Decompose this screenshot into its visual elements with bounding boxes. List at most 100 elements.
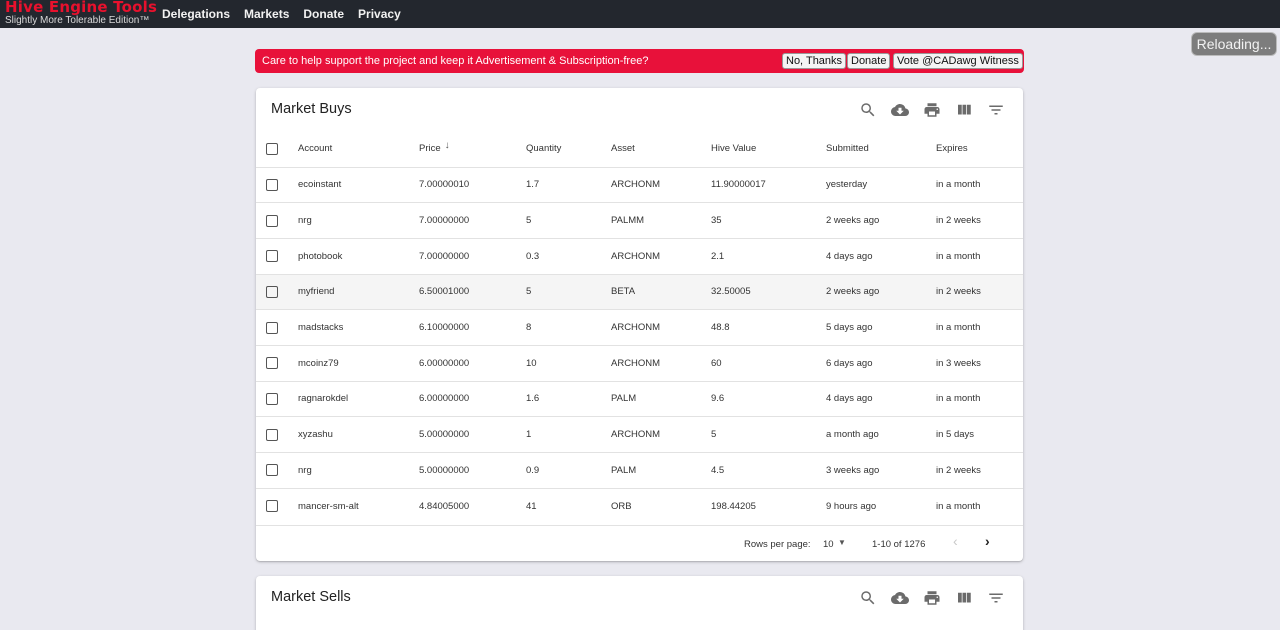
cell-account: nrg: [298, 452, 419, 489]
cell-price: 5.00000000: [419, 416, 526, 453]
column-header-account[interactable]: Account: [298, 131, 419, 167]
view-columns-icon[interactable]: [954, 588, 974, 608]
sort-arrow-down-icon[interactable]: ↓: [445, 140, 450, 151]
main-nav: Delegations Markets Donate Privacy: [162, 7, 401, 21]
cell-hive-value: 9.6: [711, 380, 826, 417]
column-header-hive-value[interactable]: Hive Value: [711, 131, 826, 167]
cell-quantity: 5: [526, 202, 611, 239]
nav-donate[interactable]: Donate: [303, 7, 344, 21]
view-columns-icon[interactable]: [954, 100, 974, 120]
no-thanks-button[interactable]: No, Thanks: [782, 53, 847, 69]
row-checkbox[interactable]: [266, 250, 278, 263]
rows-per-page-select[interactable]: 10: [823, 539, 834, 550]
filter-icon[interactable]: [986, 100, 1006, 120]
download-icon[interactable]: [890, 100, 910, 120]
cell-asset: PALM: [611, 452, 711, 489]
print-icon[interactable]: [922, 588, 942, 608]
row-checkbox[interactable]: [266, 321, 278, 334]
cell-account: xyzashu: [298, 416, 419, 453]
cell-account: ragnarokdel: [298, 380, 419, 417]
nav-privacy[interactable]: Privacy: [358, 7, 401, 21]
row-checkbox[interactable]: [266, 357, 278, 370]
chevron-right-icon[interactable]: ›: [985, 533, 1001, 549]
cell-hive-value: 5: [711, 416, 826, 453]
table-row[interactable]: ragnarokdel 6.00000000 1.6 PALM 9.6 4 days ag…: [256, 380, 1023, 417]
cell-quantity: 8: [526, 309, 611, 346]
vote-witness-button[interactable]: Vote @CADawg Witness: [893, 53, 1023, 69]
cell-asset: ARCHONM: [611, 344, 711, 382]
banner-text: Care to help support the project and kee…: [262, 55, 649, 67]
column-header-price[interactable]: Price ↓: [419, 131, 526, 167]
cell-expires: in a month: [936, 309, 1023, 346]
table-row[interactable]: nrg 5.00000000 0.9 PALM 4.5 3 weeks ago in 2 w…: [256, 452, 1023, 489]
cell-hive-value: 60: [711, 344, 826, 382]
market-sells-card: Market Sells: [256, 576, 1023, 630]
cell-submitted: 2 weeks ago: [826, 273, 936, 310]
table-row[interactable]: myfriend 6.50001000 5 BETA 32.50005 2 weeks a…: [256, 273, 1023, 310]
reloading-indicator: Reloading...: [1191, 32, 1277, 56]
search-icon[interactable]: [858, 588, 878, 608]
row-checkbox[interactable]: [266, 428, 278, 441]
cell-asset: ARCHONM: [611, 309, 711, 346]
cell-price: 7.00000000: [419, 202, 526, 239]
table-row[interactable]: mcoinz79 6.00000000 10 ARCHONM 60 6 days ago i…: [256, 344, 1023, 382]
cell-quantity: 10: [526, 344, 611, 382]
market-sells-toolbar: [858, 588, 1006, 608]
cell-expires: in 3 weeks: [936, 344, 1023, 382]
cell-quantity: 1: [526, 416, 611, 453]
chevron-left-icon[interactable]: ‹: [953, 533, 969, 549]
row-checkbox[interactable]: [266, 500, 278, 513]
column-header-quantity[interactable]: Quantity: [526, 131, 611, 167]
cell-submitted: yesterday: [826, 166, 936, 203]
row-checkbox[interactable]: [266, 285, 278, 298]
search-icon[interactable]: [858, 100, 878, 120]
cell-hive-value: 2.1: [711, 237, 826, 275]
row-checkbox[interactable]: [266, 392, 278, 405]
cell-submitted: 2 weeks ago: [826, 202, 936, 239]
row-checkbox[interactable]: [266, 178, 278, 191]
cell-account: myfriend: [298, 273, 419, 310]
row-checkbox[interactable]: [266, 464, 278, 477]
brand-subtitle: Slightly More Tolerable Edition™: [5, 15, 150, 26]
cell-expires: in a month: [936, 380, 1023, 417]
cell-asset: PALMM: [611, 202, 711, 239]
donate-button[interactable]: Donate: [847, 53, 891, 69]
download-icon[interactable]: [890, 588, 910, 608]
cell-submitted: 4 days ago: [826, 380, 936, 417]
cell-expires: in 2 weeks: [936, 273, 1023, 310]
column-header-submitted[interactable]: Submitted: [826, 131, 936, 167]
cell-price: 7.00000000: [419, 237, 526, 275]
cell-asset: ORB: [611, 487, 711, 524]
brand-title: Hive Engine Tools: [5, 0, 158, 16]
table-row[interactable]: mancer-sm-alt 4.84005000 41 ORB 198.44205 9 h…: [256, 487, 1023, 524]
row-checkbox[interactable]: [266, 214, 278, 227]
cell-hive-value: 35: [711, 202, 826, 239]
cell-hive-value: 32.50005: [711, 273, 826, 310]
table-header-row: Account Price ↓ Quantity Asset Hive Value…: [256, 131, 1023, 167]
cell-price: 4.84005000: [419, 487, 526, 524]
table-row[interactable]: ecoinstant 7.00000010 1.7 ARCHONM 11.9000001…: [256, 166, 1023, 203]
select-all-checkbox[interactable]: [266, 142, 278, 155]
filter-icon[interactable]: [986, 588, 1006, 608]
cell-account: mcoinz79: [298, 344, 419, 382]
print-icon[interactable]: [922, 100, 942, 120]
top-nav-bar: Hive Engine Tools Slightly More Tolerabl…: [0, 0, 1280, 28]
table-row[interactable]: photobook 7.00000000 0.3 ARCHONM 2.1 4 days a…: [256, 237, 1023, 275]
caret-down-icon[interactable]: ▼: [838, 538, 846, 547]
cell-expires: in a month: [936, 487, 1023, 524]
cell-price: 6.50001000: [419, 273, 526, 310]
cell-account: madstacks: [298, 309, 419, 346]
nav-delegations[interactable]: Delegations: [162, 7, 230, 21]
table-row[interactable]: madstacks 6.10000000 8 ARCHONM 48.8 5 days ag…: [256, 309, 1023, 346]
table-row[interactable]: xyzashu 5.00000000 1 ARCHONM 5 a month ago in …: [256, 416, 1023, 453]
brand[interactable]: Hive Engine Tools Slightly More Tolerabl…: [5, 0, 157, 26]
cell-submitted: 4 days ago: [826, 237, 936, 275]
column-header-asset[interactable]: Asset: [611, 131, 711, 167]
nav-markets[interactable]: Markets: [244, 7, 289, 21]
column-header-expires[interactable]: Expires: [936, 131, 1023, 167]
table-row[interactable]: nrg 7.00000000 5 PALMM 35 2 weeks ago in 2 wee…: [256, 202, 1023, 239]
cell-submitted: 9 hours ago: [826, 487, 936, 524]
cell-account: photobook: [298, 237, 419, 275]
cell-asset: ARCHONM: [611, 237, 711, 275]
market-buys-table-body: ecoinstant 7.00000010 1.7 ARCHONM 11.9000001…: [256, 166, 1023, 524]
